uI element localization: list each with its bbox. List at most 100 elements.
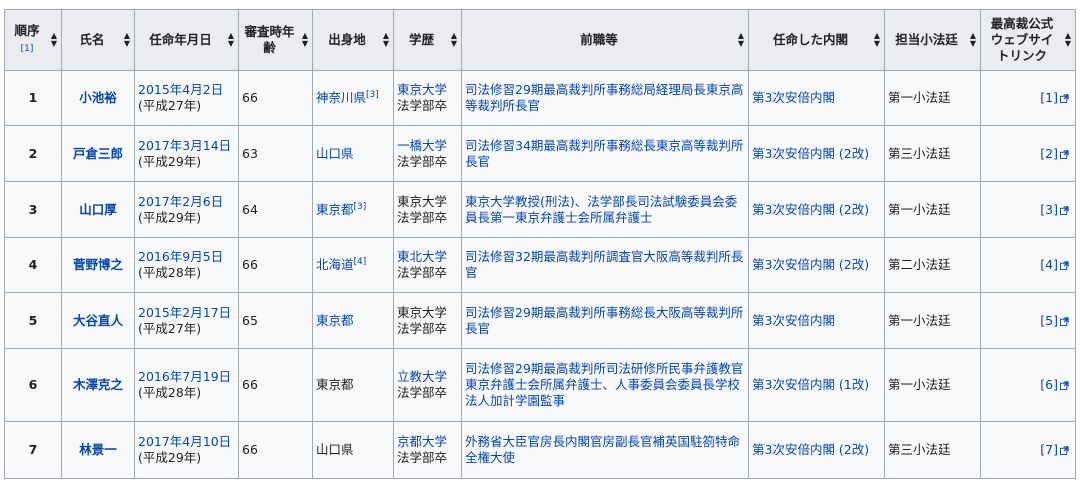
petty-bench-text: 第二小法廷 [888,257,951,272]
career-item-link[interactable]: 東京大学教授(刑法)、法学部長 [465,194,637,209]
sort-arrows-icon[interactable]: ▲ ▼ [50,32,58,48]
name-cell: 山口厚 [61,181,135,238]
age-cell: 66 [238,70,313,126]
career-item-link[interactable]: 内閣官房副長官補 [565,434,665,449]
career-item-link[interactable]: 外務省大臣官房長 [465,434,565,449]
appointment-date-link[interactable]: 2016年7月19日 [138,369,231,384]
justice-name-link[interactable]: 木澤克之 [73,377,123,392]
career-item-link[interactable]: 司法修習32期 [465,249,543,264]
justice-name-link[interactable]: 林景一 [79,442,117,457]
appointment-date-link[interactable]: 2015年4月2日 [138,82,223,97]
career-item-link[interactable]: 最高裁判所事務総局経理局長 [543,82,706,97]
career-item-link[interactable]: 東京弁護士会所属弁護士、人事委員会委員長 [465,377,715,392]
col-order-note-link[interactable]: [1] [21,44,34,54]
university-link[interactable]: 東北大学 [397,249,447,264]
university-link[interactable]: 一橋大学 [397,138,447,153]
sort-arrows-icon[interactable]: ▲ ▼ [969,32,977,48]
age-cell: 66 [238,348,313,422]
birthplace-link[interactable]: 神奈川県 [316,90,366,105]
cabinet-link[interactable]: 第3次安倍内閣 (1改) [752,377,869,392]
university-link[interactable]: 立教大学 [397,369,447,384]
website-link[interactable]: [5] [1040,313,1058,328]
age-value: 66 [242,377,258,392]
university-link[interactable]: 東京大学 [397,82,447,97]
appointment-date-link[interactable]: 2016年9月5日 [138,249,223,264]
birthplace-ref-link[interactable]: [4] [354,257,367,267]
career-item-link[interactable]: 第一東京弁護士会所属弁護士 [490,210,653,225]
appointment-date-link[interactable]: 2017年4月10日 [138,434,231,449]
appointment-date-link[interactable]: 2017年2月6日 [138,194,223,209]
website-link[interactable]: [2] [1040,146,1058,161]
career-item-link[interactable]: 最高裁判所司法研修所民事弁護教官 [543,361,743,376]
career-item-link[interactable]: 司法修習34期 [465,138,543,153]
birthplace-link[interactable]: 東京都 [316,313,354,328]
career-item-link[interactable]: 司法修習29期 [465,82,543,97]
cabinet-link[interactable]: 第3次安倍内閣 (2改) [752,257,869,272]
col-order-header[interactable]: 順序 [1] ▲ ▼ [4,9,62,71]
cabinet-cell: 第3次安倍内閣 (2改) [748,237,885,293]
col-career-header[interactable]: 前職等 ▲ ▼ [461,9,749,71]
justice-name-link[interactable]: 山口厚 [79,202,117,217]
career-item-link[interactable]: 司法修習29期 [465,305,543,320]
career-item-link[interactable]: 最高裁判所事務総長 [543,138,656,153]
appointment-date-cell: 2015年4月2日 (平成27年) [134,70,239,126]
birthplace-cell: 東京都 [312,348,394,422]
col-age-label: 審査時年齢 [244,24,295,55]
justice-name-link[interactable]: 小池裕 [79,90,117,105]
sort-arrows-icon[interactable]: ▲ ▼ [873,32,881,48]
career-item-link[interactable]: 最高裁判所事務総長 [543,305,656,320]
petty-bench-cell: 第一小法廷 [884,292,981,349]
col-name-header[interactable]: 氏名 ▲ ▼ [61,9,135,71]
university-link[interactable]: 京都大学 [397,434,447,449]
age-value: 66 [242,442,258,457]
cabinet-link[interactable]: 第3次安倍内閣 (2改) [752,202,869,217]
cabinet-link[interactable]: 第3次安倍内閣 [752,313,835,328]
website-link[interactable]: [1] [1040,90,1058,105]
website-link[interactable]: [3] [1040,202,1058,217]
petty-bench-text: 第一小法廷 [888,377,951,392]
website-link[interactable]: [4] [1040,257,1058,272]
university-text: 東京大学 [397,304,448,320]
col-birthplace-header[interactable]: 出身地 ▲ ▼ [312,9,394,71]
birthplace-link[interactable]: 東京都 [316,202,354,217]
cabinet-link[interactable]: 第3次安倍内閣 [752,90,835,105]
era-year-text: (平成27年) [138,320,202,336]
table-row: 7 林景一 2017年4月10日 (平成29年) 66 山口県 京都大学 法学部卒 外務省大臣官… [4,421,1076,479]
order-number: 6 [28,377,38,392]
website-link-cell: [5] [980,292,1076,349]
justice-name-link[interactable]: 菅野博之 [73,257,123,272]
sort-arrows-icon[interactable]: ▲ ▼ [301,32,309,48]
cabinet-link[interactable]: 第3次安倍内閣 (2改) [752,146,869,161]
col-court-header[interactable]: 担当小法廷 ▲ ▼ [884,9,981,71]
col-website-header[interactable]: 最高裁公式ウェブサイトリンク ▲ ▼ [980,9,1076,71]
col-date-header[interactable]: 任命年月日 ▲ ▼ [134,9,239,71]
sort-arrows-icon[interactable]: ▲ ▼ [227,32,235,48]
birthplace-ref-link[interactable]: [3] [354,201,367,211]
career-item-link[interactable]: 最高裁判所調査官 [543,249,643,264]
sort-arrows-icon[interactable]: ▲ ▼ [123,32,131,48]
justice-name-link[interactable]: 戸倉三郎 [73,146,123,161]
career-cell: 東京大学教授(刑法)、法学部長司法試験委員会委員長第一東京弁護士会所属弁護士 [461,181,749,238]
website-link[interactable]: [6] [1040,377,1058,392]
petty-bench-text: 第一小法廷 [888,90,951,105]
sort-arrows-icon[interactable]: ▲ ▼ [1064,32,1072,48]
sort-arrows-icon[interactable]: ▲ ▼ [450,32,458,48]
birthplace-link[interactable]: 山口県 [316,146,354,161]
sort-arrows-icon[interactable]: ▲ ▼ [382,32,390,48]
education-cell: 東京大学 法学部卒 [393,70,462,126]
col-cabinet-header[interactable]: 任命した内閣 ▲ ▼ [748,9,885,71]
cabinet-link[interactable]: 第3次安倍内閣 (2改) [752,442,869,457]
birthplace-ref-link[interactable]: [3] [366,90,379,100]
birthplace-link[interactable]: 北海道 [316,257,354,272]
sort-arrows-icon[interactable]: ▲ ▼ [737,32,745,48]
justice-name-link[interactable]: 大谷直人 [73,313,123,328]
col-age-header[interactable]: 審査時年齢 ▲ ▼ [238,9,313,71]
appointment-date-link[interactable]: 2017年3月14日 [138,138,231,153]
appointment-date-link[interactable]: 2015年2月17日 [138,305,231,320]
website-link[interactable]: [7] [1040,442,1058,457]
career-item-link[interactable]: 司法修習29期 [465,361,543,376]
col-education-header[interactable]: 学歴 ▲ ▼ [393,9,462,71]
age-cell: 64 [238,181,313,238]
career-cell: 司法修習34期最高裁判所事務総長東京高等裁判所長官 [461,125,749,182]
birthplace-cell: 山口県 [312,125,394,182]
